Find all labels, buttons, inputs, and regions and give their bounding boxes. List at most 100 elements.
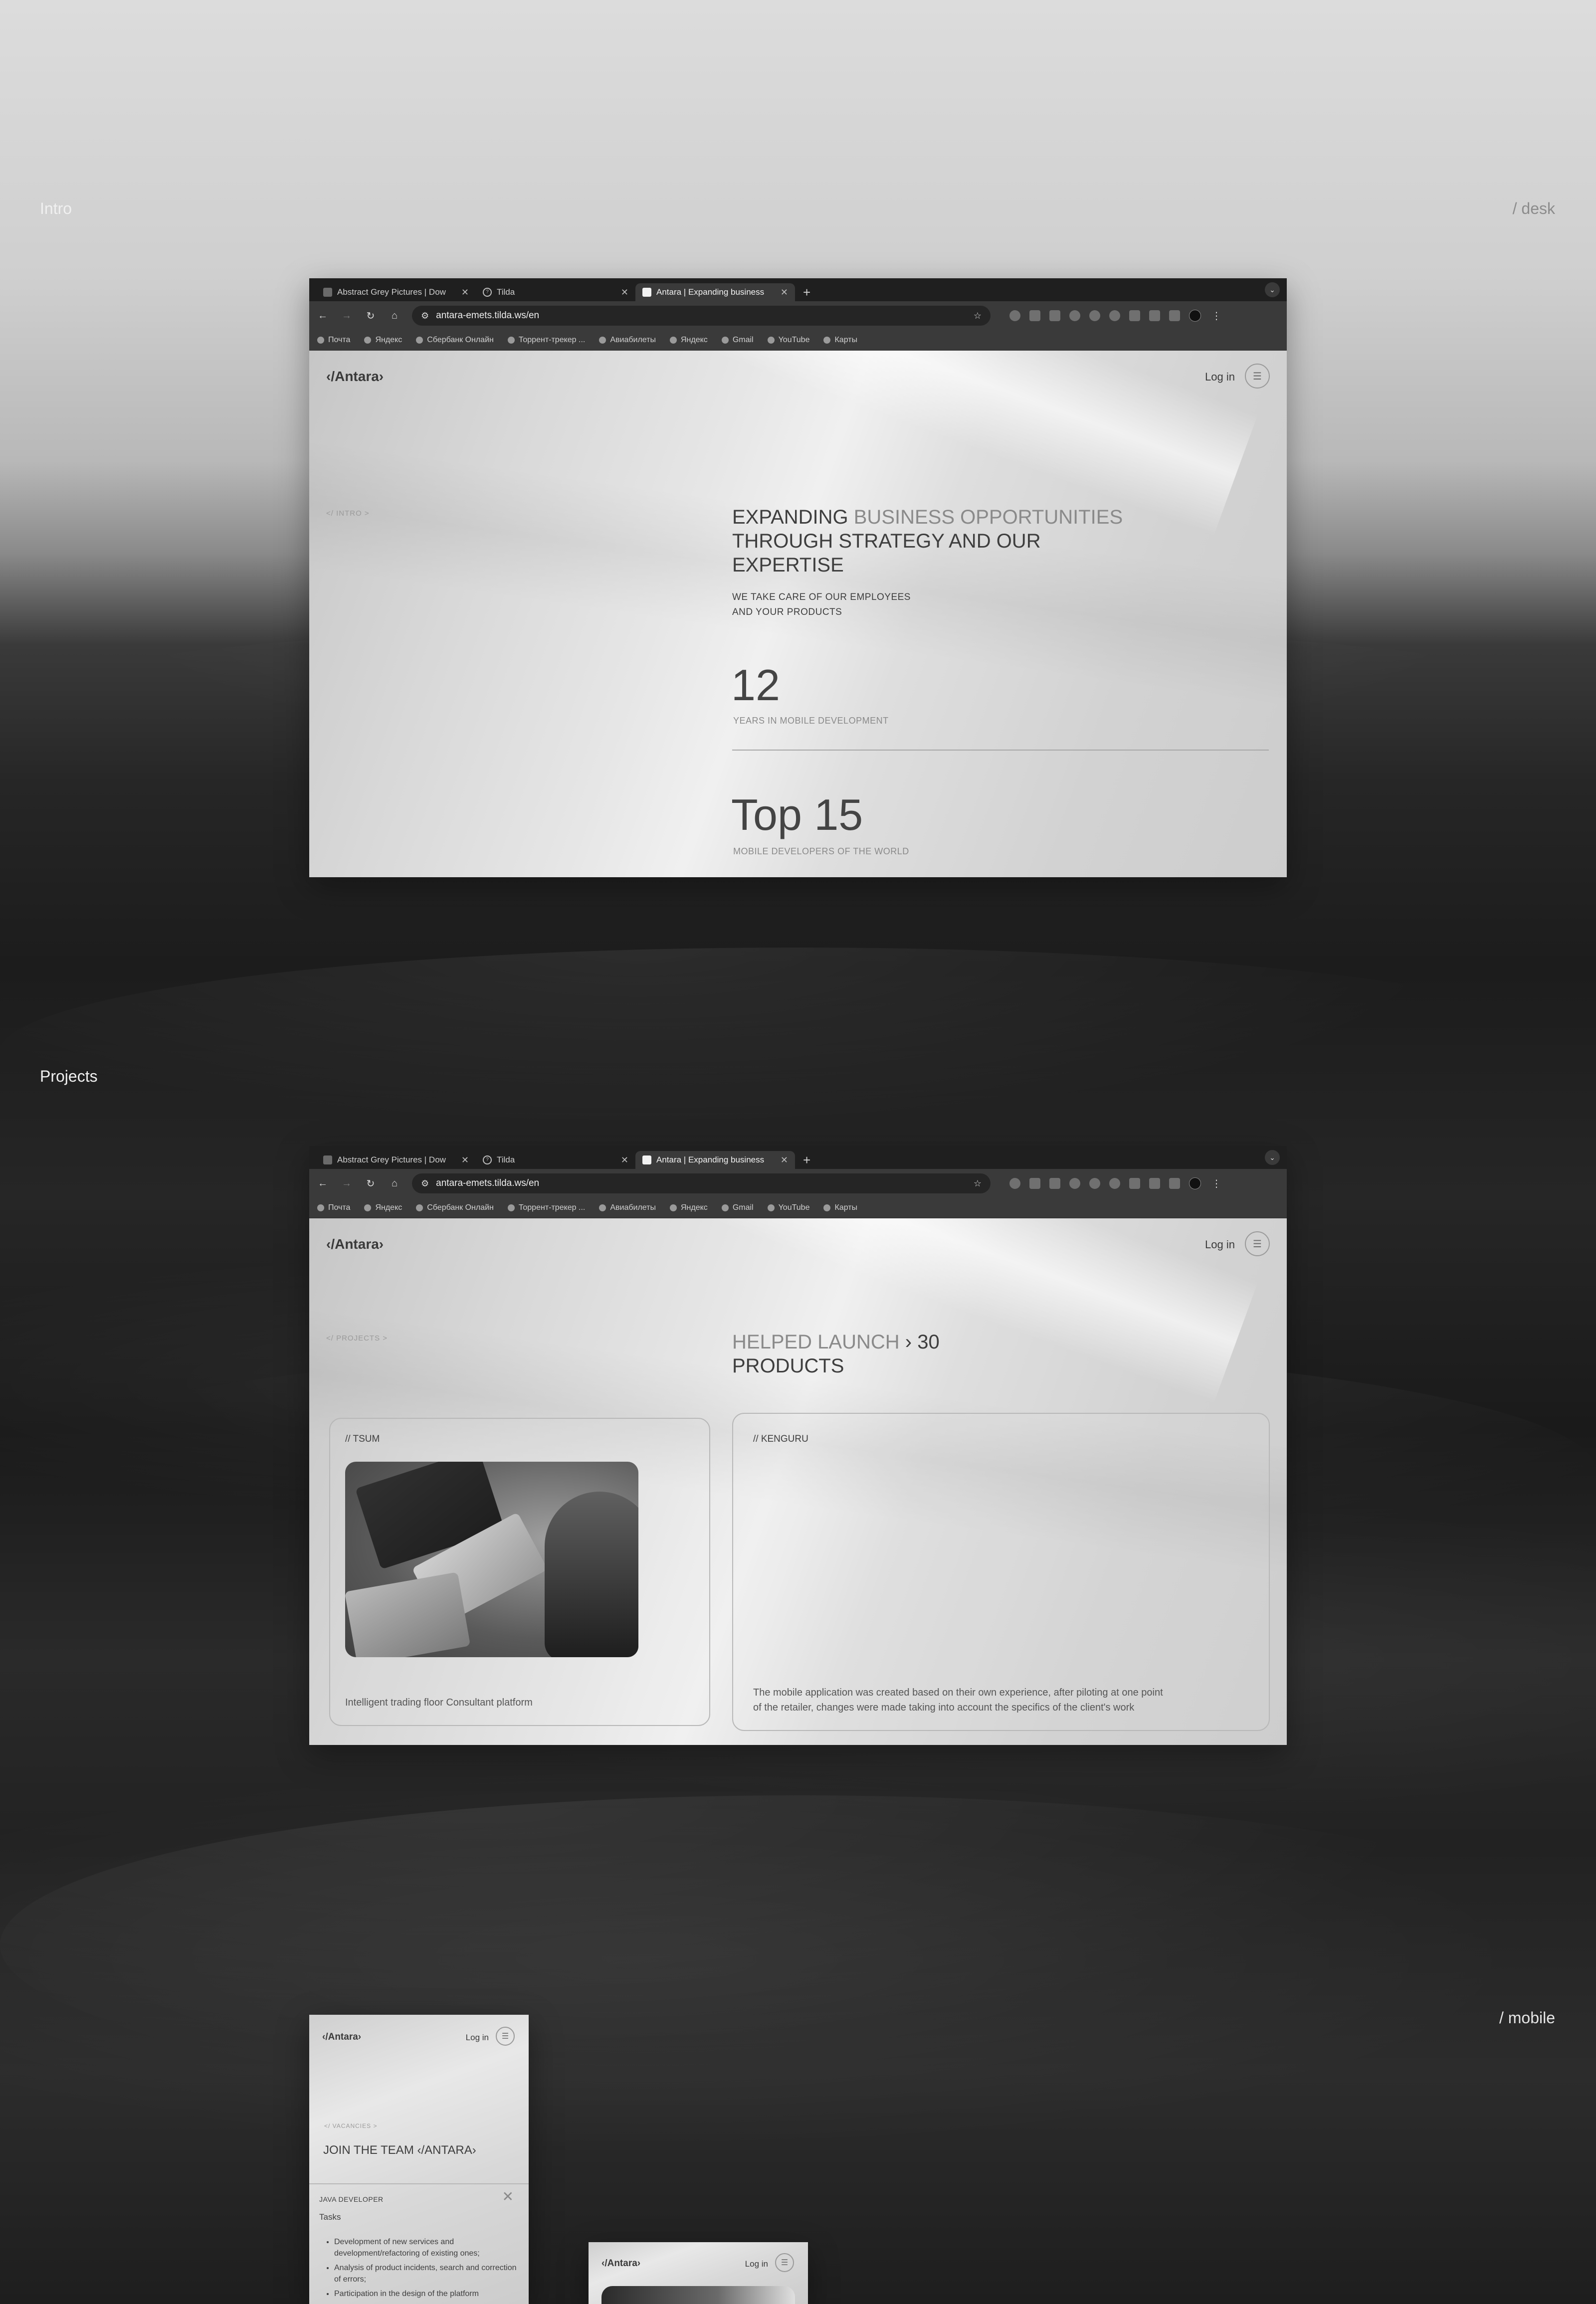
bookmark-item[interactable]: YouTube <box>767 336 809 345</box>
stat-top-caption: MOBILE DEVELOPERS OF THE WORLD <box>733 846 909 856</box>
bookmark-item[interactable]: Торрент-трекер ... <box>507 1203 585 1212</box>
bookmark-item[interactable]: Авиабилеты <box>599 336 656 345</box>
close-icon[interactable]: ✕ <box>502 2188 514 2205</box>
puzzle-icon[interactable] <box>1149 310 1160 321</box>
bookmark-item[interactable]: Яндекс <box>364 1203 402 1212</box>
bookmark-item[interactable]: Яндекс <box>670 1203 708 1212</box>
login-link[interactable]: Log in <box>466 2033 489 2043</box>
extension-icon[interactable] <box>1089 1178 1100 1189</box>
site-logo[interactable]: ‹/Antara› <box>601 2258 640 2269</box>
bookmark-item[interactable]: Gmail <box>721 336 754 345</box>
close-icon[interactable]: ✕ <box>461 1155 469 1165</box>
bookmark-item[interactable]: Торрент-трекер ... <box>507 336 585 345</box>
new-tab-button[interactable]: + <box>795 1151 818 1169</box>
login-link[interactable]: Log in <box>1205 1238 1235 1251</box>
project-card-tsum[interactable]: // TSUM Intelligent trading floor Consul… <box>329 1418 710 1726</box>
bookmark-item[interactable]: YouTube <box>767 1203 809 1212</box>
url-text[interactable]: antara-emets.tilda.ws/en <box>436 1178 967 1189</box>
reload-icon[interactable]: ↻ <box>364 310 377 322</box>
site-logo[interactable]: ‹/Antara› <box>326 1236 384 1252</box>
bookmark-item[interactable]: Сбербанк Онлайн <box>416 1203 494 1212</box>
menu-icon: ☰ <box>1253 1238 1262 1250</box>
bookmark-label: Gmail <box>732 336 754 344</box>
extension-icon[interactable] <box>1029 310 1040 321</box>
extension-icon[interactable] <box>1129 310 1140 321</box>
extension-icon[interactable] <box>1049 310 1060 321</box>
more-vert-icon[interactable]: ⋮ <box>1210 310 1223 322</box>
bookmark-item[interactable]: Сбербанк Онлайн <box>416 336 494 345</box>
project-card-kenguru[interactable]: // KENGURU The mobile application was cr… <box>732 1413 1270 1731</box>
browser-tab[interactable]: ? Tilda ✕ <box>476 1151 635 1169</box>
reload-icon[interactable]: ↻ <box>364 1177 377 1190</box>
bookmark-item[interactable]: Авиабилеты <box>599 1203 656 1212</box>
home-icon[interactable]: ⌂ <box>388 310 401 322</box>
address-bar[interactable]: ⚙ antara-emets.tilda.ws/en ☆ <box>412 1173 991 1193</box>
more-vert-icon[interactable]: ⋮ <box>1210 1177 1223 1190</box>
bookmark-item[interactable]: Почта <box>317 336 350 345</box>
menu-button[interactable]: ☰ <box>1245 1231 1270 1256</box>
site-settings-icon[interactable]: ⚙ <box>421 311 429 321</box>
bookmark-item[interactable]: Карты <box>823 336 857 345</box>
extension-icon[interactable] <box>1089 310 1100 321</box>
menu-button[interactable]: ☰ <box>496 2027 515 2046</box>
puzzle-icon[interactable] <box>1149 1178 1160 1189</box>
home-icon[interactable]: ⌂ <box>388 1178 401 1189</box>
extension-icon[interactable] <box>1009 310 1020 321</box>
headline-text: THROUGH STRATEGY AND OUR <box>732 530 1041 552</box>
back-icon[interactable]: ← <box>316 310 329 322</box>
extension-icon[interactable] <box>1069 1178 1080 1189</box>
extension-icon[interactable] <box>1109 1178 1120 1189</box>
avatar[interactable] <box>1189 310 1201 322</box>
extension-icon[interactable] <box>1069 310 1080 321</box>
close-icon[interactable]: ✕ <box>461 287 469 298</box>
vacancy-title[interactable]: JAVA DEVELOPER <box>319 2195 384 2203</box>
extension-icon[interactable] <box>1029 1178 1040 1189</box>
site-logo[interactable]: ‹/Antara› <box>326 369 384 384</box>
browser-tab-active[interactable]: Antara | Expanding business ✕ <box>635 283 795 301</box>
browser-tab[interactable]: Abstract Grey Pictures | Dow ✕ <box>316 1151 476 1169</box>
avatar[interactable] <box>1189 1177 1201 1189</box>
menu-button[interactable]: ☰ <box>775 2253 794 2272</box>
extension-icon[interactable] <box>1009 1178 1020 1189</box>
forward-icon[interactable]: → <box>340 310 353 322</box>
browser-tab[interactable]: Abstract Grey Pictures | Dow ✕ <box>316 283 476 301</box>
chevron-down-icon[interactable]: ⌄ <box>1265 282 1280 297</box>
bookmark-item[interactable]: Почта <box>317 1203 350 1212</box>
back-icon[interactable]: ← <box>316 1178 329 1189</box>
login-link[interactable]: Log in <box>1205 371 1235 384</box>
browser-tab[interactable]: ? Tilda ✕ <box>476 283 635 301</box>
sidebar-icon[interactable] <box>1169 1178 1180 1189</box>
site-logo[interactable]: ‹/Antara› <box>322 2032 361 2043</box>
url-text[interactable]: antara-emets.tilda.ws/en <box>436 310 967 321</box>
forward-icon[interactable]: → <box>340 1178 353 1189</box>
divider <box>309 2183 529 2184</box>
new-tab-button[interactable]: + <box>795 283 818 301</box>
chevron-down-icon[interactable]: ⌄ <box>1265 1150 1280 1165</box>
star-icon[interactable]: ☆ <box>974 1178 982 1189</box>
bookmark-label: Яндекс <box>375 336 402 344</box>
close-icon[interactable]: ✕ <box>621 1155 628 1165</box>
close-icon[interactable]: ✕ <box>621 287 628 298</box>
menu-button[interactable]: ☰ <box>1245 364 1270 388</box>
tab-bar: Abstract Grey Pictures | Dow ✕ ? Tilda ✕… <box>309 278 1287 301</box>
bookmark-item[interactable]: Яндекс <box>670 336 708 345</box>
browser-tab-active[interactable]: Antara | Expanding business ✕ <box>635 1151 795 1169</box>
login-link[interactable]: Log in <box>745 2259 768 2269</box>
projects-headline: HELPED LAUNCH › 30 PRODUCTS <box>732 1330 940 1378</box>
bookmark-item[interactable]: Карты <box>823 1203 857 1212</box>
person-shape <box>545 1492 638 1657</box>
star-icon[interactable]: ☆ <box>974 311 982 321</box>
extension-icon[interactable] <box>1049 1178 1060 1189</box>
bookmark-item[interactable]: Gmail <box>721 1203 754 1212</box>
extension-icon[interactable] <box>1109 310 1120 321</box>
close-icon[interactable]: ✕ <box>781 1155 788 1165</box>
sidebar-icon[interactable] <box>1169 310 1180 321</box>
section-crumb: </ INTRO > <box>326 509 370 518</box>
site-settings-icon[interactable]: ⚙ <box>421 1178 429 1189</box>
address-bar[interactable]: ⚙ antara-emets.tilda.ws/en ☆ <box>412 306 991 326</box>
extension-icon[interactable] <box>1129 1178 1140 1189</box>
image-favicon-icon <box>323 1155 332 1164</box>
close-icon[interactable]: ✕ <box>781 287 788 298</box>
card-description: Intelligent trading floor Consultant pla… <box>345 1697 533 1708</box>
bookmark-item[interactable]: Яндекс <box>364 336 402 345</box>
